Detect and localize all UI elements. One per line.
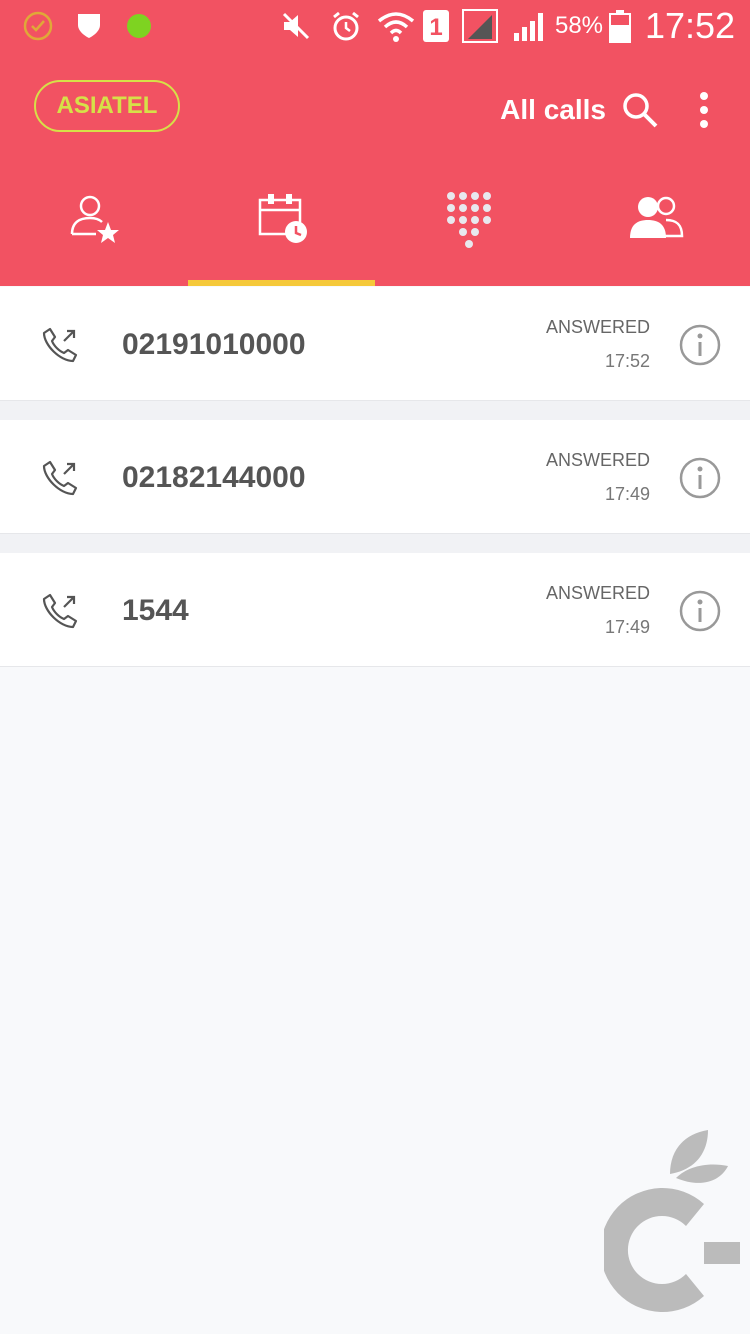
call-log-row[interactable]: 1544 ANSWERED 17:49 [0,553,750,667]
watermark-logo-icon [604,1130,740,1312]
call-number: 1544 [122,594,189,627]
tab-favorites[interactable] [0,180,188,286]
call-time: 17:49 [604,484,650,504]
tab-selected-indicator [188,280,375,286]
outgoing-call-icon [42,327,78,363]
call-status: ANSWERED [545,317,650,337]
wifi-icon [376,8,416,44]
info-icon[interactable] [678,456,722,500]
call-number: 02191010000 [122,328,306,361]
app-header: 1 58% 17:52 ASIATEL All calls [0,0,750,286]
outgoing-call-icon [42,593,78,629]
call-status: ANSWERED [545,583,650,603]
carrier-badge[interactable]: ASIATEL [34,80,180,132]
list-divider [0,401,750,420]
call-time: 17:52 [604,351,650,371]
tab-contacts[interactable] [562,180,750,286]
more-options-button[interactable] [686,88,722,132]
call-log-row[interactable]: 02191010000 ANSWERED 17:52 [0,287,750,401]
call-filter-label[interactable]: All calls [490,90,606,130]
calendar-clock-icon [258,194,307,243]
sim-slot-number: 1 [429,14,442,41]
favorite-contact-icon [70,195,119,243]
outgoing-call-icon [42,460,78,496]
mute-icon [278,8,314,44]
status-time: 17:52 [644,5,736,46]
battery-icon [606,8,634,44]
check-circle-icon [20,8,56,44]
battery-percent: 58% [554,12,604,39]
tab-logs[interactable] [188,180,376,286]
info-icon[interactable] [678,323,722,367]
info-icon[interactable] [678,589,722,633]
signal-bars-icon [510,8,550,44]
alarm-icon [328,8,364,44]
contacts-icon [630,196,684,238]
green-dot-icon [122,8,156,44]
status-bar: 1 58% 17:52 [0,0,750,52]
more-vertical-icon [700,92,708,128]
search-button[interactable] [618,88,662,132]
dialpad-icon [447,192,491,248]
sim-slot-icon: 1 [420,8,452,44]
call-status: ANSWERED [545,450,650,470]
list-divider [0,534,750,553]
call-log-row[interactable]: 02182144000 ANSWERED 17:49 [0,420,750,534]
call-number: 02182144000 [122,461,306,494]
signal-strength-icon [460,8,500,44]
shield-icon [72,8,106,44]
tab-keypad[interactable] [375,180,563,286]
search-icon [623,93,658,128]
call-time: 17:49 [604,617,650,637]
